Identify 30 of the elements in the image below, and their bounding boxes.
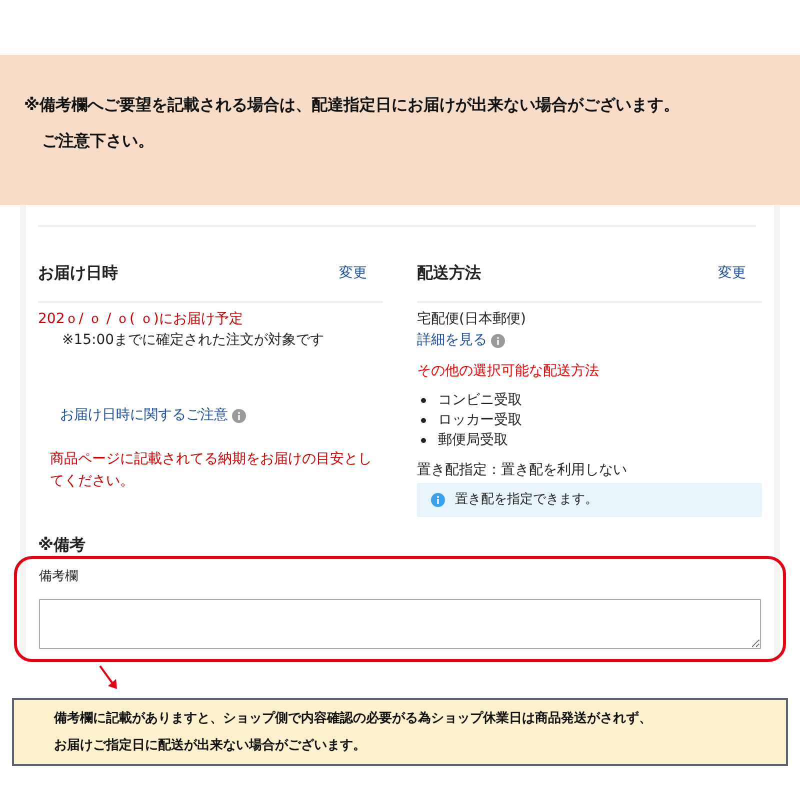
banner-text: ※備考欄へご要望を記載される場合は、配達指定日にお届けが出来ない場合がございます。: [24, 94, 681, 116]
section-title: お届け日時: [38, 262, 118, 284]
section-title: 配送方法: [417, 262, 481, 284]
bullet-icon: [421, 398, 426, 402]
field-label: 備考欄: [39, 568, 79, 586]
cutoff-note: ※15:00までに確定された注文が対象です: [61, 331, 326, 350]
remarks-field[interactable]: [39, 598, 761, 648]
drop-off-setting: 置き配指定：置き配を利用しない: [417, 461, 628, 480]
bullet-icon: [421, 438, 426, 442]
banner-text: ご注意下さい。: [41, 130, 155, 152]
delivery-schedule: 202ｏ/ ｏ / ｏ( ｏ)にお届け予定: [38, 310, 244, 329]
remarks-heading: ※備考: [38, 534, 87, 556]
change-link[interactable]: 変更: [718, 262, 746, 284]
delivery-warning: 商品ページに記載されてる納期をお届けの目安としてください。: [49, 450, 373, 491]
info-text: 置き配を指定できます。: [455, 491, 598, 510]
method-option: ロッカー受取: [438, 410, 522, 430]
info-icon: [232, 408, 246, 422]
other-methods-heading: その他の選択可能な配送方法: [417, 362, 600, 381]
bullet-icon: [421, 418, 426, 422]
details-link[interactable]: 詳細を見る: [417, 330, 487, 351]
info-icon: [491, 334, 505, 348]
method-option: 郵便局受取: [438, 430, 508, 450]
callout-text: 備考欄に記載がありますと、ショップ側で内容確認の必要がる為ショップ休業日は商品発送がされず、: [54, 710, 653, 728]
arrow-icon: [98, 664, 120, 690]
info-icon: [431, 493, 445, 507]
callout-text: お届けご指定日に配送が出来ない場合がございます。: [54, 736, 367, 755]
method-option: コンビニ受取: [438, 390, 522, 410]
notice-link[interactable]: お届け日時に関するご注意: [60, 405, 228, 426]
change-link[interactable]: 変更: [339, 262, 367, 284]
shipping-method: 宅配便(日本郵便): [417, 310, 527, 329]
